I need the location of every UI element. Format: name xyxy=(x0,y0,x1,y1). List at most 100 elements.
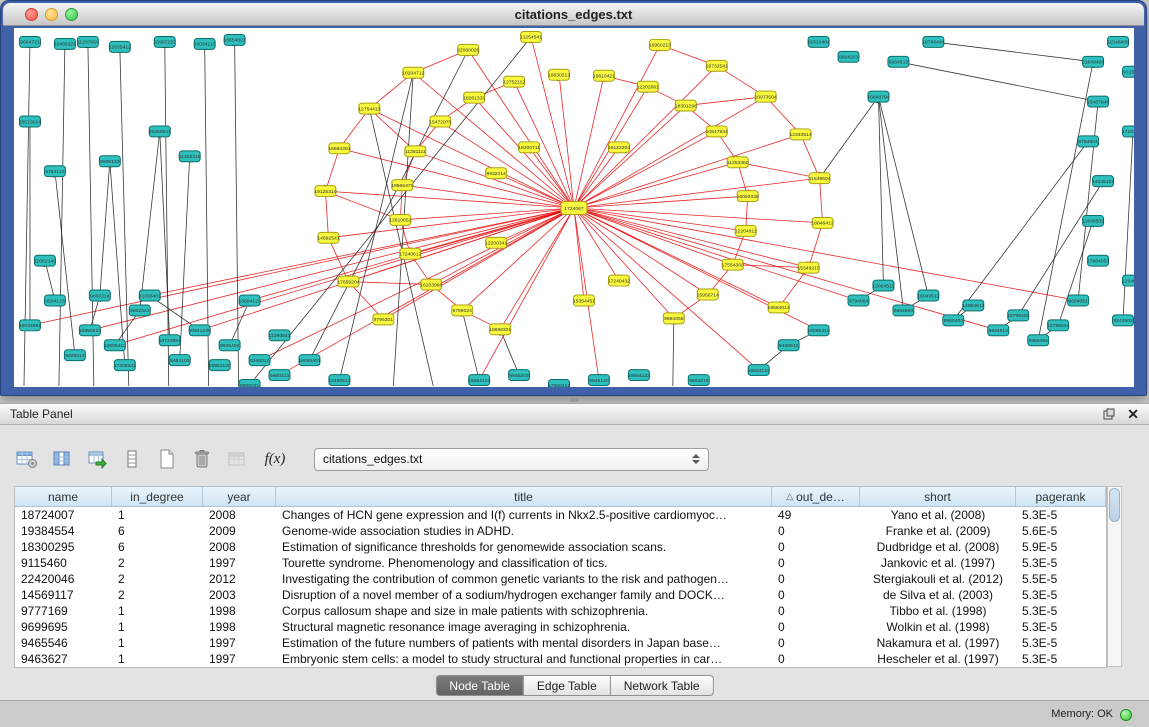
graph-node[interactable]: 9694721 xyxy=(19,36,40,47)
graph-node[interactable]: 25260541 xyxy=(149,126,171,137)
graph-edge[interactable] xyxy=(1058,221,1093,325)
table-cell[interactable]: 1 xyxy=(112,651,203,667)
column-header-in_degree[interactable]: in_degree xyxy=(112,487,203,506)
graph-node[interactable]: 20513014 xyxy=(19,116,41,127)
graph-node[interactable]: 9694513 xyxy=(988,325,1009,336)
graph-edge[interactable] xyxy=(801,134,820,178)
table-cell[interactable]: 0 xyxy=(772,539,860,555)
graph-node[interactable]: 17103054 xyxy=(1122,126,1134,137)
table-cell[interactable]: Estimation of the future numbers of pati… xyxy=(276,635,772,651)
delete-icon[interactable] xyxy=(189,447,215,471)
graph-edge[interactable] xyxy=(120,47,129,386)
table-row[interactable]: 1830029562008Estimation of significance … xyxy=(15,539,1106,555)
table-cell[interactable]: Nakamura et al. (1997) xyxy=(860,635,1016,651)
table-cell[interactable]: Tourette syndrome. Phenomenology and cla… xyxy=(276,555,772,571)
graph-edge[interactable] xyxy=(820,178,823,223)
graph-edge[interactable] xyxy=(878,97,883,286)
table-cell[interactable]: Wolkin et al. (1998) xyxy=(860,619,1016,635)
graph-edge[interactable] xyxy=(55,171,75,355)
table-row[interactable]: 946362711997Embryonic stem cells: a mode… xyxy=(15,651,1106,667)
graph-edge[interactable] xyxy=(30,208,574,325)
graph-node[interactable]: 1724067 xyxy=(561,202,587,215)
table-row[interactable]: 969969511998Structural magnetic resonanc… xyxy=(15,619,1106,635)
graph-edge[interactable] xyxy=(369,109,574,208)
graph-node[interactable]: 12062140 xyxy=(34,255,56,266)
table-cell[interactable]: 2008 xyxy=(203,539,276,555)
graph-node[interactable]: 10941236 xyxy=(189,325,211,336)
table-cell[interactable]: 0 xyxy=(772,603,860,619)
table-cell[interactable]: 1997 xyxy=(203,635,276,651)
graph-node[interactable]: 9504123 xyxy=(44,295,65,306)
graph-node[interactable]: 16648794 xyxy=(867,91,889,102)
table-cell[interactable]: 18300295 xyxy=(15,539,112,555)
table-cell[interactable]: 5.5E-5 xyxy=(1016,571,1106,587)
table-cell[interactable]: 5.3E-5 xyxy=(1016,635,1106,651)
table-row[interactable]: 946554611997Estimation of the future num… xyxy=(15,635,1106,651)
table-mode-icon[interactable] xyxy=(14,447,40,471)
graph-node[interactable]: 9905123 xyxy=(99,156,120,167)
graph-node[interactable]: 9794604 xyxy=(1078,136,1099,147)
graph-node[interactable]: 9965403 xyxy=(943,315,964,326)
graph-edge[interactable] xyxy=(1078,102,1098,301)
graph-edge[interactable] xyxy=(383,208,574,319)
graph-edge[interactable] xyxy=(100,161,110,295)
graph-node[interactable]: 18796403 xyxy=(1007,310,1029,321)
graph-edge[interactable] xyxy=(415,151,574,208)
graph-edge[interactable] xyxy=(574,208,823,223)
table-cell[interactable]: Jankovic et al. (1997) xyxy=(860,555,1016,571)
graph-edge[interactable] xyxy=(898,62,1098,102)
graph-node[interactable]: 19732541 xyxy=(706,60,728,71)
graph-node[interactable]: 16034981 xyxy=(19,320,41,331)
graph-node[interactable]: 9860214 xyxy=(89,290,110,301)
graph-node[interactable]: 14645103 xyxy=(1092,176,1114,187)
graph-node[interactable]: 16261331 xyxy=(463,92,485,103)
graph-node[interactable]: 12610651 xyxy=(389,214,411,225)
table-cell[interactable]: 1 xyxy=(112,603,203,619)
graph-node[interactable]: 16203998 xyxy=(420,279,442,290)
table-cell[interactable]: 2 xyxy=(112,571,203,587)
graph-node[interactable]: 12064513 xyxy=(872,280,894,291)
table-cell[interactable]: 19384554 xyxy=(15,523,112,539)
graph-node[interactable]: 14064512 xyxy=(962,300,984,311)
graph-edge[interactable] xyxy=(820,97,879,179)
graph-node[interactable]: 12202061 xyxy=(637,81,659,92)
table-cell[interactable]: 1997 xyxy=(203,555,276,571)
graph-edge[interactable] xyxy=(531,37,574,208)
graph-node[interactable]: 21649404 xyxy=(1082,56,1104,67)
graph-node[interactable]: 9925014 xyxy=(64,350,85,361)
table-cell[interactable]: Corpus callosum shape and size in male p… xyxy=(276,603,772,619)
table-cell[interactable]: 5.3E-5 xyxy=(1016,619,1106,635)
graph-node[interactable]: 17659204 xyxy=(337,276,359,287)
table-cell[interactable]: 9115460 xyxy=(15,555,112,571)
graph-node[interactable]: 9245012 xyxy=(249,355,270,366)
table-import-icon[interactable] xyxy=(84,447,110,471)
graph-node[interactable]: 9799024 xyxy=(452,305,473,316)
graph-node[interactable]: 17240612 xyxy=(399,248,421,259)
graph-node[interactable]: 16034215 xyxy=(194,38,216,49)
graph-node[interactable]: 12796044 xyxy=(1047,320,1069,331)
graph-node[interactable]: 12460513 xyxy=(328,375,350,386)
graph-edge[interactable] xyxy=(574,208,759,370)
graph-node[interactable]: 19125310 xyxy=(314,186,336,197)
graph-node[interactable]: 11254541 xyxy=(520,31,542,42)
graph-node[interactable]: 17650412 xyxy=(548,380,570,387)
column-header-out_de[interactable]: △out_de… xyxy=(772,487,860,506)
graph-edge[interactable] xyxy=(673,318,674,386)
table-cell[interactable]: 1 xyxy=(112,635,203,651)
table-select[interactable]: citations_edges.txt xyxy=(314,448,709,471)
graph-node[interactable]: 11253360 xyxy=(727,157,749,168)
graph-node[interactable]: 9860455 xyxy=(1028,335,1049,346)
column-header-name[interactable]: name xyxy=(15,487,112,506)
graph-node[interactable]: 12605413 xyxy=(104,340,126,351)
table-row[interactable]: 1456911722003Disruption of a novel membe… xyxy=(15,587,1106,603)
graph-edge[interactable] xyxy=(500,329,519,375)
graph-node[interactable]: 11649503 xyxy=(1082,215,1104,226)
table-cell[interactable]: Embryonic stem cells: a model to study s… xyxy=(276,651,772,667)
network-graph[interactable]: 1724067186302121275211216261331154720751… xyxy=(14,28,1134,387)
network-canvas[interactable]: 1724067186302121275211216261331154720751… xyxy=(14,28,1134,387)
graph-edge[interactable] xyxy=(953,141,1088,320)
graph-edge[interactable] xyxy=(1123,131,1133,320)
table-cell[interactable]: Estimation of significance thresholds fo… xyxy=(276,539,772,555)
graph-node[interactable]: 16092035 xyxy=(737,191,759,202)
graph-node[interactable]: 17964053 xyxy=(1087,255,1109,266)
